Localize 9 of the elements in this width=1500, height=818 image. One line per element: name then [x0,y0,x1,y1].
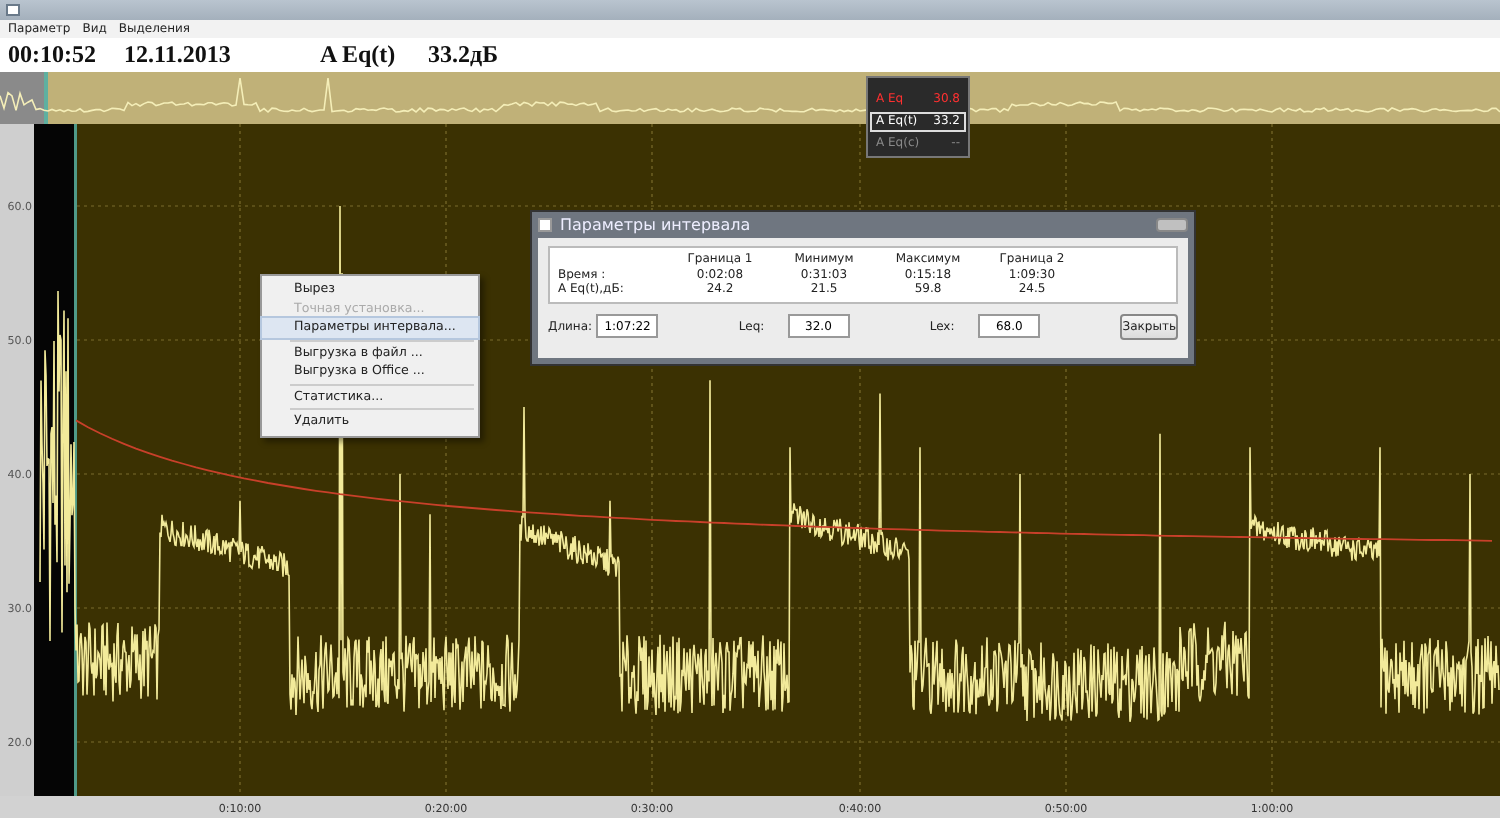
app-icon [6,4,20,16]
level-readout: 33.2дБ [428,40,499,70]
time-readout: 00:10:52 [8,40,98,70]
date-readout: 12.11.2013 [124,40,233,70]
dialog-title: Параметры интервала [560,216,751,234]
overview-waveform[interactable] [0,77,1500,114]
parameter-name: A Eq(t) [320,40,398,70]
window-icon [538,218,552,232]
range-marker[interactable] [74,124,77,796]
